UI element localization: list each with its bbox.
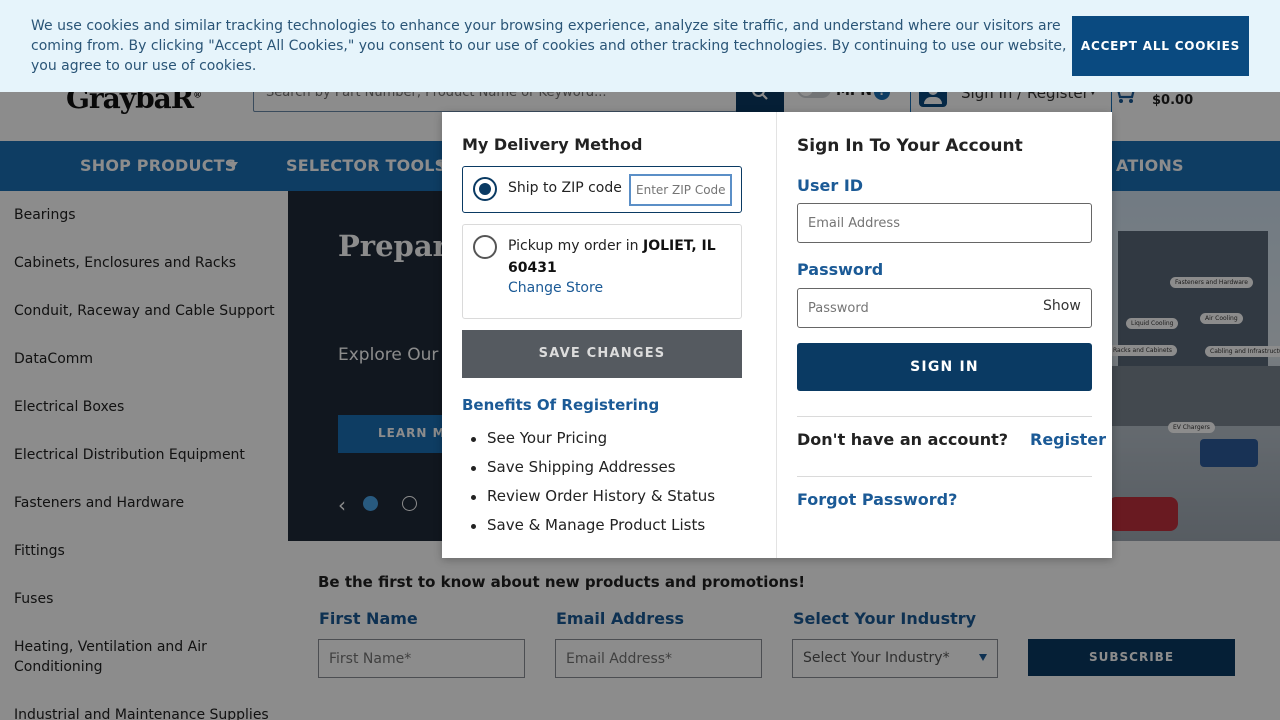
cart-total[interactable]: $0.00	[1152, 93, 1193, 108]
newsletter-heading: Be the first to know about new products …	[318, 573, 806, 591]
parking-lot-shape	[1108, 366, 1280, 426]
benefit-item: See Your Pricing	[470, 429, 608, 447]
delivery-method-title: My Delivery Method	[462, 135, 643, 154]
pickup-radio[interactable]	[473, 235, 497, 259]
category-link[interactable]: Cabinets, Enclosures and Racks	[14, 253, 276, 273]
industry-select-value: Select Your Industry*	[803, 650, 950, 666]
ship-to-zip-label: Ship to ZIP code	[508, 180, 622, 196]
nav-shop-products[interactable]: SHOP PRODUCTS	[80, 156, 237, 175]
change-store-link[interactable]: Change Store	[508, 280, 603, 296]
industry-label: Select Your Industry	[793, 609, 977, 628]
callout-label: Cabling and Infrastructure	[1205, 346, 1280, 357]
zip-code-input[interactable]	[629, 174, 732, 206]
category-link[interactable]: Conduit, Raceway and Cable Support	[14, 301, 276, 321]
divider	[797, 416, 1092, 417]
cookie-message: We use cookies and similar tracking tech…	[31, 18, 1067, 74]
cookie-banner: We use cookies and similar tracking tech…	[0, 0, 1280, 92]
newsletter-section: Be the first to know about new products …	[288, 541, 1280, 720]
data-center-illustration: Fasteners and Hardware Liquid Cooling Ai…	[1108, 191, 1280, 541]
first-name-input[interactable]	[318, 639, 525, 678]
category-link[interactable]: Heating, Ventilation and Air Conditionin…	[14, 637, 276, 677]
register-link[interactable]: Register	[1030, 430, 1106, 449]
no-account-text: Don't have an account?	[797, 430, 1009, 449]
pickup-option[interactable]: Pickup my order in JOLIET, IL 60431 Chan…	[462, 224, 742, 319]
callout-label: Liquid Cooling	[1126, 318, 1179, 329]
truck-shape	[1200, 439, 1258, 467]
subscribe-button[interactable]: SUBSCRIBE	[1028, 639, 1235, 676]
category-link[interactable]: Electrical Boxes	[14, 397, 276, 417]
ship-radio[interactable]	[473, 177, 497, 201]
ship-to-zip-option[interactable]: Ship to ZIP code	[462, 166, 742, 213]
password-label: Password	[797, 260, 884, 279]
category-link[interactable]: Industrial and Maintenance Supplies	[14, 705, 276, 720]
email-input[interactable]	[555, 639, 762, 678]
category-link[interactable]: Fittings	[14, 541, 276, 561]
category-link[interactable]: Fasteners and Hardware	[14, 493, 276, 513]
forgot-password-link[interactable]: Forgot Password?	[797, 490, 957, 509]
building-shape	[1118, 231, 1268, 381]
email-address-input[interactable]	[797, 203, 1092, 243]
chevron-left-icon[interactable]: ‹	[338, 493, 346, 517]
save-changes-button[interactable]: SAVE CHANGES	[462, 330, 742, 378]
caret-down-icon	[228, 162, 238, 169]
carousel-dot[interactable]	[402, 496, 417, 511]
hero-subtitle: Explore Our	[338, 345, 439, 365]
accept-all-cookies-button[interactable]: ACCEPT ALL COOKIES	[1072, 16, 1249, 76]
show-password-toggle[interactable]: Show	[1043, 298, 1081, 314]
sign-in-button[interactable]: SIGN IN	[797, 343, 1092, 391]
nav-selector-tools[interactable]: SELECTOR TOOLS	[286, 156, 446, 175]
divider	[797, 476, 1092, 477]
sign-in-title: Sign In To Your Account	[797, 136, 1023, 156]
benefit-item: Review Order History & Status	[470, 487, 716, 505]
benefit-item: Save Shipping Addresses	[471, 458, 676, 476]
category-sidebar: Bearings Cabinets, Enclosures and Racks …	[0, 191, 288, 720]
callout-label: Fasteners and Hardware	[1170, 277, 1253, 288]
account-dropdown-panel: My Delivery Method Ship to ZIP code Pick…	[442, 112, 1112, 558]
pickup-label: Pickup my order in JOLIET, IL 60431	[508, 238, 716, 276]
car-shape	[1108, 497, 1178, 531]
category-link[interactable]: Bearings	[14, 205, 276, 225]
callout-label: Air Cooling	[1200, 313, 1243, 324]
email-label: Email Address	[556, 609, 685, 628]
benefit-item: Save & Manage Product Lists	[470, 516, 706, 534]
category-link[interactable]: Fuses	[14, 589, 276, 609]
carousel-dot[interactable]	[363, 496, 378, 511]
nav-locations[interactable]: ATIONS	[1116, 156, 1184, 175]
first-name-label: First Name	[319, 609, 418, 628]
benefits-title: Benefits Of Registering	[462, 396, 660, 414]
category-link[interactable]: DataComm	[14, 349, 276, 369]
user-id-label: User ID	[797, 176, 864, 195]
industry-select[interactable]: Select Your Industry*	[792, 639, 998, 678]
panel-divider	[776, 112, 777, 558]
callout-label: Racks and Cabinets	[1108, 345, 1178, 356]
callout-label: EV Chargers	[1168, 422, 1215, 433]
category-link[interactable]: Electrical Distribution Equipment	[14, 445, 276, 465]
caret-down-icon	[979, 654, 987, 661]
